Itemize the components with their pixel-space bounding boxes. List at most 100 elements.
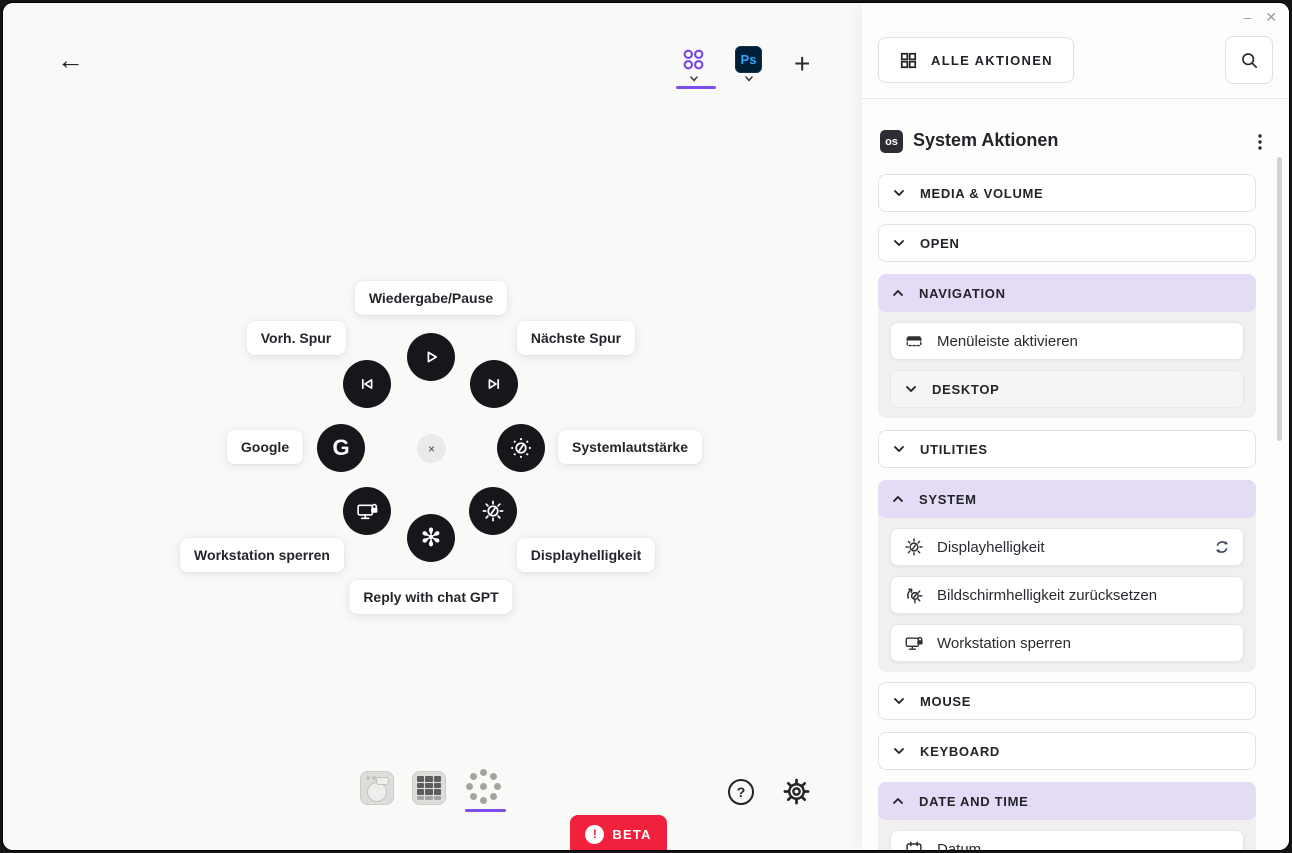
- minimize-button[interactable]: –: [1243, 7, 1251, 27]
- chevron-down-icon: [892, 746, 906, 756]
- ring-action-label: Systemlautstärke: [558, 430, 702, 464]
- keypad-device-tab[interactable]: [412, 771, 446, 805]
- panel-title: System Aktionen: [913, 130, 1058, 151]
- kebab-menu-icon[interactable]: [1251, 131, 1269, 153]
- chevron-down-icon[interactable]: [742, 74, 756, 84]
- section-label: KEYBOARD: [920, 744, 1000, 759]
- dial-knob-shape: [367, 782, 387, 802]
- adjustable-icon: [1213, 538, 1231, 556]
- all-actions-button[interactable]: ALLE AKTIONEN: [878, 37, 1074, 83]
- chevron-down-icon: [892, 188, 906, 198]
- chevron-up-icon: [891, 494, 905, 504]
- action-item-lock-workstation[interactable]: Workstation sperren: [890, 624, 1244, 662]
- brightness-reset-icon: [903, 584, 925, 606]
- exclamation-icon: !: [585, 825, 604, 844]
- all-actions-label: ALLE AKTIONEN: [931, 53, 1053, 68]
- add-profile-button[interactable]: +: [788, 49, 816, 79]
- action-item-activate-menubar[interactable]: Menüleiste aktivieren: [890, 322, 1244, 360]
- action-item-label: Workstation sperren: [937, 635, 1071, 652]
- action-item-date[interactable]: Datum: [890, 830, 1244, 850]
- question-icon: ?: [737, 784, 746, 800]
- section-media-volume[interactable]: MEDIA & VOLUME: [878, 174, 1256, 212]
- action-ring-device-tab[interactable]: [465, 769, 501, 805]
- ring-action-chatgpt[interactable]: ✻: [407, 514, 455, 562]
- close-button[interactable]: ✕: [1265, 7, 1277, 27]
- all-actions-grid-icon: [899, 51, 918, 70]
- brightness-dial-icon: [903, 536, 925, 558]
- section-label: DATE AND TIME: [919, 794, 1028, 809]
- action-item-label: Bildschirmhelligkeit zurücksetzen: [937, 587, 1157, 604]
- ring-action-play-pause[interactable]: [407, 333, 455, 381]
- subsection-label: DESKTOP: [932, 382, 1000, 397]
- section-group-system: SYSTEM Displayhelligkeit: [878, 480, 1256, 672]
- chevron-down-icon: [892, 238, 906, 248]
- section-group-navigation: NAVIGATION Menüleiste aktivieren DESKTOP: [878, 274, 1256, 418]
- google-icon: G: [332, 435, 349, 461]
- action-ring-canvas: ← Ps +: [3, 3, 862, 850]
- ring-action-lock-workstation[interactable]: [343, 487, 391, 535]
- keypad-strip-shape: [417, 796, 441, 800]
- actions-grid-icon: [681, 47, 706, 72]
- section-list: MEDIA & VOLUME OPEN NAVIGATION: [878, 174, 1256, 850]
- lock-workstation-icon: [903, 632, 925, 654]
- section-label: SYSTEM: [919, 492, 977, 507]
- chevron-up-icon: [891, 288, 905, 298]
- chatgpt-icon: ✻: [421, 526, 442, 551]
- back-button[interactable]: ←: [51, 46, 90, 75]
- action-item-label: Datum: [937, 841, 981, 851]
- keypad-grid-shape: [417, 776, 441, 795]
- search-button[interactable]: [1225, 36, 1273, 84]
- device-detail-pill: [376, 777, 389, 785]
- section-open[interactable]: OPEN: [878, 224, 1256, 262]
- ring-action-label: Google: [227, 430, 303, 464]
- previous-track-icon: [355, 372, 379, 396]
- action-item-label: Displayhelligkeit: [937, 539, 1045, 556]
- ring-action-label: Vorh. Spur: [247, 321, 346, 355]
- ring-action-next-track[interactable]: [470, 360, 518, 408]
- action-item-display-brightness[interactable]: Displayhelligkeit: [890, 528, 1244, 566]
- device-detail-dot: [366, 776, 370, 780]
- help-button[interactable]: ?: [728, 779, 754, 805]
- section-mouse[interactable]: MOUSE: [878, 682, 1256, 720]
- ring-action-label: Reply with chat GPT: [349, 580, 512, 614]
- subsection-desktop[interactable]: DESKTOP: [890, 370, 1244, 408]
- section-label: OPEN: [920, 236, 960, 251]
- sidebar-scrollbar[interactable]: [1277, 157, 1282, 441]
- settings-gear-icon[interactable]: [782, 777, 811, 806]
- ring-action-label: Nächste Spur: [517, 321, 635, 355]
- volume-dial-icon: [508, 435, 534, 461]
- app-window: ← Ps +: [3, 3, 1289, 850]
- sidebar-header: ALLE AKTIONEN: [862, 3, 1289, 99]
- action-item-reset-brightness[interactable]: Bildschirmhelligkeit zurücksetzen: [890, 576, 1244, 614]
- section-system[interactable]: SYSTEM: [878, 480, 1256, 518]
- section-navigation[interactable]: NAVIGATION: [878, 274, 1256, 312]
- section-label: UTILITIES: [920, 442, 988, 457]
- section-label: NAVIGATION: [919, 286, 1006, 301]
- section-label: MOUSE: [920, 694, 971, 709]
- play-icon: [419, 345, 443, 369]
- ring-action-label: Displayhelligkeit: [517, 538, 655, 572]
- action-item-label: Menüleiste aktivieren: [937, 333, 1078, 350]
- section-utilities[interactable]: UTILITIES: [878, 430, 1256, 468]
- actions-sidebar: ALLE AKTIONEN os System Aktionen: [862, 3, 1289, 850]
- ring-action-previous-track[interactable]: [343, 360, 391, 408]
- brightness-icon: [480, 498, 506, 524]
- ring-action-system-volume[interactable]: [497, 424, 545, 472]
- chevron-down-icon: [892, 444, 906, 454]
- search-icon: [1239, 50, 1260, 71]
- beta-badge: ! BETA: [570, 815, 667, 850]
- ring-action-google[interactable]: G: [317, 424, 365, 472]
- ring-action-label: Workstation sperren: [180, 538, 344, 572]
- lock-workstation-icon: [354, 498, 380, 524]
- chevron-down-icon: [892, 696, 906, 706]
- dial-device-tab[interactable]: [360, 771, 394, 805]
- section-date-time[interactable]: DATE AND TIME: [878, 782, 1256, 820]
- chevron-up-icon: [891, 796, 905, 806]
- beta-label: BETA: [612, 827, 651, 842]
- ring-action-display-brightness[interactable]: [469, 487, 517, 535]
- section-label: MEDIA & VOLUME: [920, 186, 1043, 201]
- chevron-down-icon[interactable]: [687, 74, 701, 84]
- section-keyboard[interactable]: KEYBOARD: [878, 732, 1256, 770]
- ring-center-close-button[interactable]: ×: [417, 434, 446, 463]
- photoshop-app-icon[interactable]: Ps: [735, 46, 762, 73]
